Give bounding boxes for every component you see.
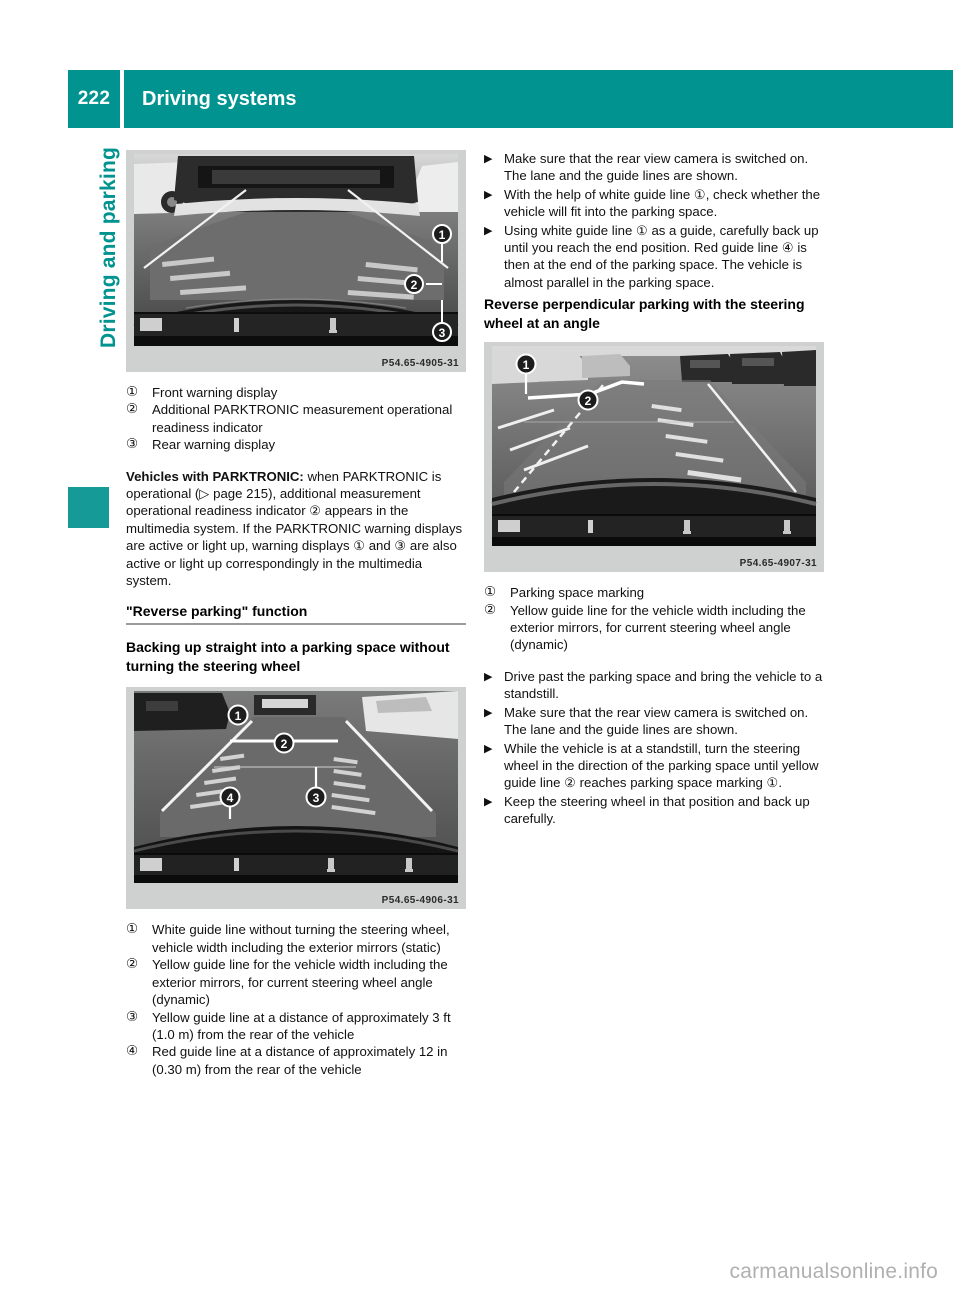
callout-marker-3: ③ <box>126 1008 139 1025</box>
right-column: ▶ Make sure that the rear view camera is… <box>484 150 824 832</box>
triangle-bullet-icon: ▶ <box>484 741 493 755</box>
callout-marker-1: ① <box>126 384 139 400</box>
list-item: ② Yellow guide line for the vehicle widt… <box>484 602 824 654</box>
page-title: Driving systems <box>124 70 953 128</box>
callout-text-2: Yellow guide line for the vehicle width … <box>510 602 806 653</box>
parktronic-paragraph-body: when PARKTRONIC is operational (▷ page 2… <box>126 468 463 589</box>
callout-text-3: Rear warning display <box>152 437 276 453</box>
parktronic-paragraph: Vehicles with PARKTRONIC: when PARKTRONI… <box>126 468 466 590</box>
callout-marker-2: ② <box>484 601 497 618</box>
section-heading-reverse-parking: "Reverse parking" function <box>126 603 466 626</box>
straight-parking-image: 1 2 3 4 <box>126 687 466 910</box>
page-number: 222 <box>68 70 120 128</box>
callout-text-4: Red guide line at a distance of approxim… <box>152 1044 448 1077</box>
section-heading-perpendicular-parking: Reverse perpendicular parking with the s… <box>484 296 805 331</box>
parktronic-display-image: 1 2 3 <box>126 150 466 372</box>
instruction-list-top: ▶ Make sure that the rear view camera is… <box>484 150 824 291</box>
list-item: ▶ Drive past the parking space and bring… <box>484 668 824 703</box>
instruction-text: With the help of white guide line ①, che… <box>504 186 821 220</box>
list-item: ③ Rear warning display <box>126 436 466 453</box>
list-item: ② Yellow guide line for the vehicle widt… <box>126 956 466 1008</box>
figure-frame: 1 2 3 P54.65-4905-31 <box>126 150 466 372</box>
svg-text:3: 3 <box>313 791 320 805</box>
instruction-text: Make sure that the rear view camera is s… <box>504 151 809 184</box>
svg-text:2: 2 <box>281 737 288 751</box>
chapter-sidebar: Driving and parking <box>62 147 120 570</box>
callout-marker-1: ① <box>484 584 497 601</box>
callout-marker-4: ④ <box>126 1043 139 1060</box>
svg-text:2: 2 <box>411 278 418 292</box>
instruction-text: Using white guide line ① as a guide, car… <box>504 222 819 290</box>
list-item: ① White guide line without turning the s… <box>126 921 466 956</box>
instruction-list-bottom: ▶ Drive past the parking space and bring… <box>484 668 824 828</box>
triangle-bullet-icon: ▶ <box>484 223 493 237</box>
svg-text:2: 2 <box>585 394 592 408</box>
list-item: ▶ Make sure that the rear view camera is… <box>484 704 824 739</box>
figure-frame: 1 2 3 4 P54.65-4906-31 <box>126 687 466 910</box>
subsection-heading-backing-up-straight: Backing up straight into a parking space… <box>126 639 450 674</box>
callout-text-1: White guide line without turning the ste… <box>152 922 450 955</box>
list-item: ① Front warning display <box>126 384 466 401</box>
perpendicular-parking-image: 1 2 <box>484 342 824 573</box>
legend-perpendicular-parking: ① Parking space marking ② Yellow guide l… <box>484 584 824 654</box>
triangle-bullet-icon: ▶ <box>484 705 493 719</box>
svg-text:1: 1 <box>439 228 446 242</box>
list-item: ① Parking space marking <box>484 584 824 601</box>
callout-marker-1: ① <box>126 921 139 938</box>
figure-id-code: P54.65-4906-31 <box>381 895 459 907</box>
instruction-text: Make sure that the rear view camera is s… <box>504 704 809 738</box>
instruction-text: Drive past the parking space and bring t… <box>504 668 823 702</box>
list-item: ▶ Keep the steering wheel in that positi… <box>484 793 824 828</box>
list-item: ▶ Using white guide line ① as a guide, c… <box>484 222 824 292</box>
triangle-bullet-icon: ▶ <box>484 152 493 165</box>
figure-id-code: P54.65-4905-31 <box>381 358 459 369</box>
list-item: ▶ With the help of white guide line ①, c… <box>484 186 824 221</box>
page-header: 222 Driving systems <box>68 70 953 128</box>
left-column: 1 2 3 P54.65-4905-31 ① Front warning dis… <box>126 150 466 1092</box>
parktronic-paragraph-lead: Vehicles with PARKTRONIC: <box>126 468 304 484</box>
triangle-bullet-icon: ▶ <box>484 794 493 808</box>
figure-straight-parking: 1 2 3 4 P54.65-4906-31 <box>126 687 466 910</box>
manual-page: 222 Driving systems Driving and parking <box>0 0 960 1302</box>
instruction-text: While the vehicle is at a standstill, tu… <box>504 740 819 791</box>
callout-text-1: Front warning display <box>152 385 278 400</box>
chapter-thumb-marker <box>68 487 109 528</box>
legend-straight-parking: ① White guide line without turning the s… <box>126 921 466 1078</box>
list-item: ④ Red guide line at a distance of approx… <box>126 1043 466 1078</box>
list-item: ▶ While the vehicle is at a standstill, … <box>484 740 824 792</box>
triangle-bullet-icon: ▶ <box>484 669 493 683</box>
triangle-bullet-icon: ▶ <box>484 187 493 201</box>
watermark: carmanualsonline.info <box>729 1260 938 1283</box>
callout-marker-2: ② <box>126 401 139 418</box>
chapter-label: Driving and parking <box>97 147 120 348</box>
legend-parktronic-display: ① Front warning display ② Additional PAR… <box>126 384 466 454</box>
figure-frame: 1 2 P54.65-4907-31 <box>484 342 824 573</box>
callout-text-2: Yellow guide line for the vehicle width … <box>152 957 448 1008</box>
figure-id-code: P54.65-4907-31 <box>739 558 817 570</box>
list-item: ③ Yellow guide line at a distance of app… <box>126 1009 466 1044</box>
callout-text-1: Parking space marking <box>510 585 645 601</box>
svg-text:1: 1 <box>523 358 530 372</box>
svg-text:3: 3 <box>439 326 446 340</box>
svg-text:4: 4 <box>227 791 234 805</box>
svg-text:1: 1 <box>235 709 242 723</box>
callout-marker-3: ③ <box>126 436 139 453</box>
figure-perpendicular-parking: 1 2 P54.65-4907-31 <box>484 342 824 573</box>
instruction-text: Keep the steering wheel in that position… <box>504 793 810 827</box>
list-item: ▶ Make sure that the rear view camera is… <box>484 150 824 185</box>
callout-marker-2: ② <box>126 956 139 973</box>
list-item: ② Additional PARKTRONIC measurement oper… <box>126 401 466 436</box>
figure-parktronic-display: 1 2 3 P54.65-4905-31 <box>126 150 466 372</box>
callout-text-3: Yellow guide line at a distance of appro… <box>152 1009 451 1042</box>
callout-text-2: Additional PARKTRONIC measurement operat… <box>152 402 453 435</box>
